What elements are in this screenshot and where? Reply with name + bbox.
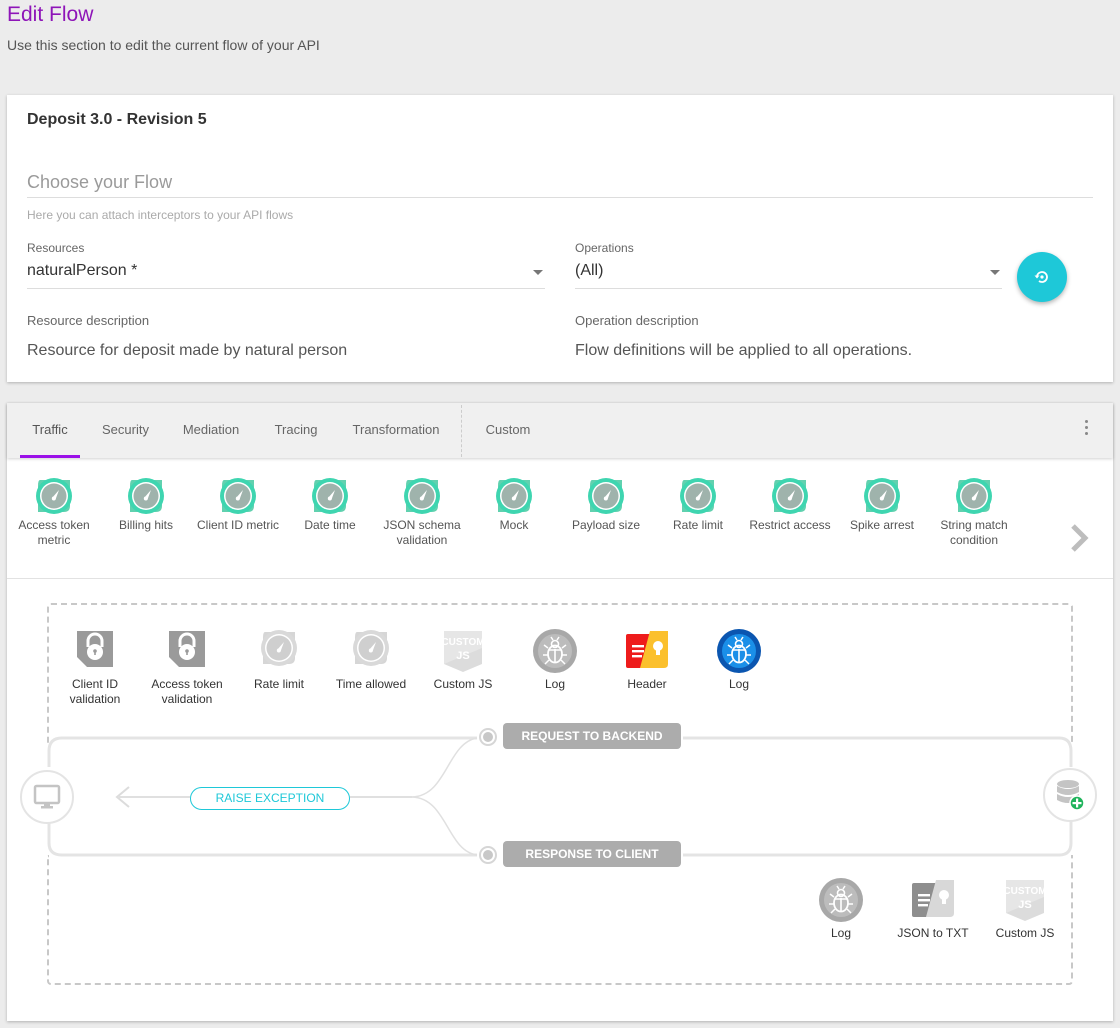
bug-blue-icon xyxy=(716,628,762,674)
resource-description-label: Resource description xyxy=(27,313,150,328)
interceptor-label: Header xyxy=(627,677,667,691)
svg-text:JS: JS xyxy=(1018,899,1031,911)
revision-title: Deposit 3.0 - Revision 5 xyxy=(27,111,207,128)
json-txt-icon xyxy=(910,877,956,923)
lock-icon xyxy=(164,628,210,674)
interceptor-label: JSON to TXT xyxy=(897,926,969,940)
operations-label: Operations xyxy=(575,241,634,255)
response-interceptor[interactable]: Log xyxy=(797,877,885,941)
request-interceptor[interactable]: Log xyxy=(695,628,783,692)
request-interceptor[interactable]: Header xyxy=(603,628,691,692)
interceptor-label: Log xyxy=(830,926,852,940)
bug-gray-icon xyxy=(818,877,864,923)
header-icon xyxy=(624,628,670,674)
request-interceptor[interactable]: Rate limit xyxy=(235,628,323,692)
interceptor-label: Custom JS xyxy=(995,926,1055,940)
interceptor-label: Time allowed xyxy=(335,677,407,691)
lock-icon xyxy=(72,628,118,674)
revision-card: Deposit 3.0 - Revision 5 Here you can at… xyxy=(7,95,1113,382)
bug-gray-icon xyxy=(532,628,578,674)
request-interceptor[interactable]: Log xyxy=(511,628,599,692)
gauge-gray-icon xyxy=(348,628,394,674)
resource-description-value: Resource for deposit made by natural per… xyxy=(27,342,348,359)
flow-editor-card: Traffic Security Mediation Tracing Trans… xyxy=(7,403,1113,1021)
response-interceptor[interactable]: CUSTOM JS Custom JS xyxy=(981,877,1069,941)
interceptor-label: Log xyxy=(728,677,750,691)
restore-icon xyxy=(1034,271,1048,283)
interceptor-label: Custom JS xyxy=(433,677,493,691)
svg-text:JS: JS xyxy=(456,650,469,662)
operations-select[interactable]: (All) xyxy=(575,257,1002,289)
raise-exception-button[interactable]: RAISE EXCEPTION xyxy=(190,787,350,810)
interceptor-label: Access token validation xyxy=(151,677,223,706)
interceptor-label: Rate limit xyxy=(253,677,304,691)
svg-text:CUSTOM: CUSTOM xyxy=(441,637,484,648)
operations-value: (All) xyxy=(575,262,604,279)
chevron-down-icon xyxy=(533,270,543,275)
request-to-backend-label[interactable]: REQUEST TO BACKEND xyxy=(503,723,681,749)
reset-flow-button[interactable] xyxy=(1017,252,1067,302)
operation-description-value: Flow definitions will be applied to all … xyxy=(575,342,913,359)
resources-label: Resources xyxy=(27,241,85,255)
svg-text:CUSTOM: CUSTOM xyxy=(1003,886,1046,897)
page-title: Edit Flow xyxy=(7,3,94,26)
custom-js-icon: CUSTOM JS xyxy=(440,628,486,674)
operation-description-label: Operation description xyxy=(575,313,699,328)
database-add-icon xyxy=(1057,780,1085,811)
page-subtitle: Use this section to edit the current flo… xyxy=(7,37,320,53)
choose-flow-input[interactable] xyxy=(27,168,1093,198)
chevron-down-icon xyxy=(990,270,1000,275)
request-interceptor[interactable]: Time allowed xyxy=(327,628,415,692)
response-to-client-label[interactable]: RESPONSE TO CLIENT xyxy=(503,841,681,867)
response-interceptor[interactable]: JSON to TXT xyxy=(889,877,977,941)
request-interceptor[interactable]: Client ID validation xyxy=(51,628,139,707)
custom-js-icon: CUSTOM JS xyxy=(1002,877,1048,923)
client-endpoint[interactable] xyxy=(20,770,74,824)
request-interceptor[interactable]: Access token validation xyxy=(143,628,231,707)
gauge-gray-icon xyxy=(256,628,302,674)
interceptor-label: Log xyxy=(544,677,566,691)
backend-endpoint[interactable] xyxy=(1043,768,1097,822)
flow-diagram: REQUEST TO BACKEND RESPONSE TO CLIENT RA… xyxy=(7,403,1113,1021)
monitor-icon xyxy=(33,784,61,809)
resources-select[interactable]: naturalPerson * xyxy=(27,257,545,289)
flow-hint: Here you can attach interceptors to your… xyxy=(27,208,294,222)
resources-value: naturalPerson * xyxy=(27,262,138,279)
request-interceptor[interactable]: CUSTOM JS Custom JS xyxy=(419,628,507,692)
interceptor-label: Client ID validation xyxy=(69,677,121,706)
